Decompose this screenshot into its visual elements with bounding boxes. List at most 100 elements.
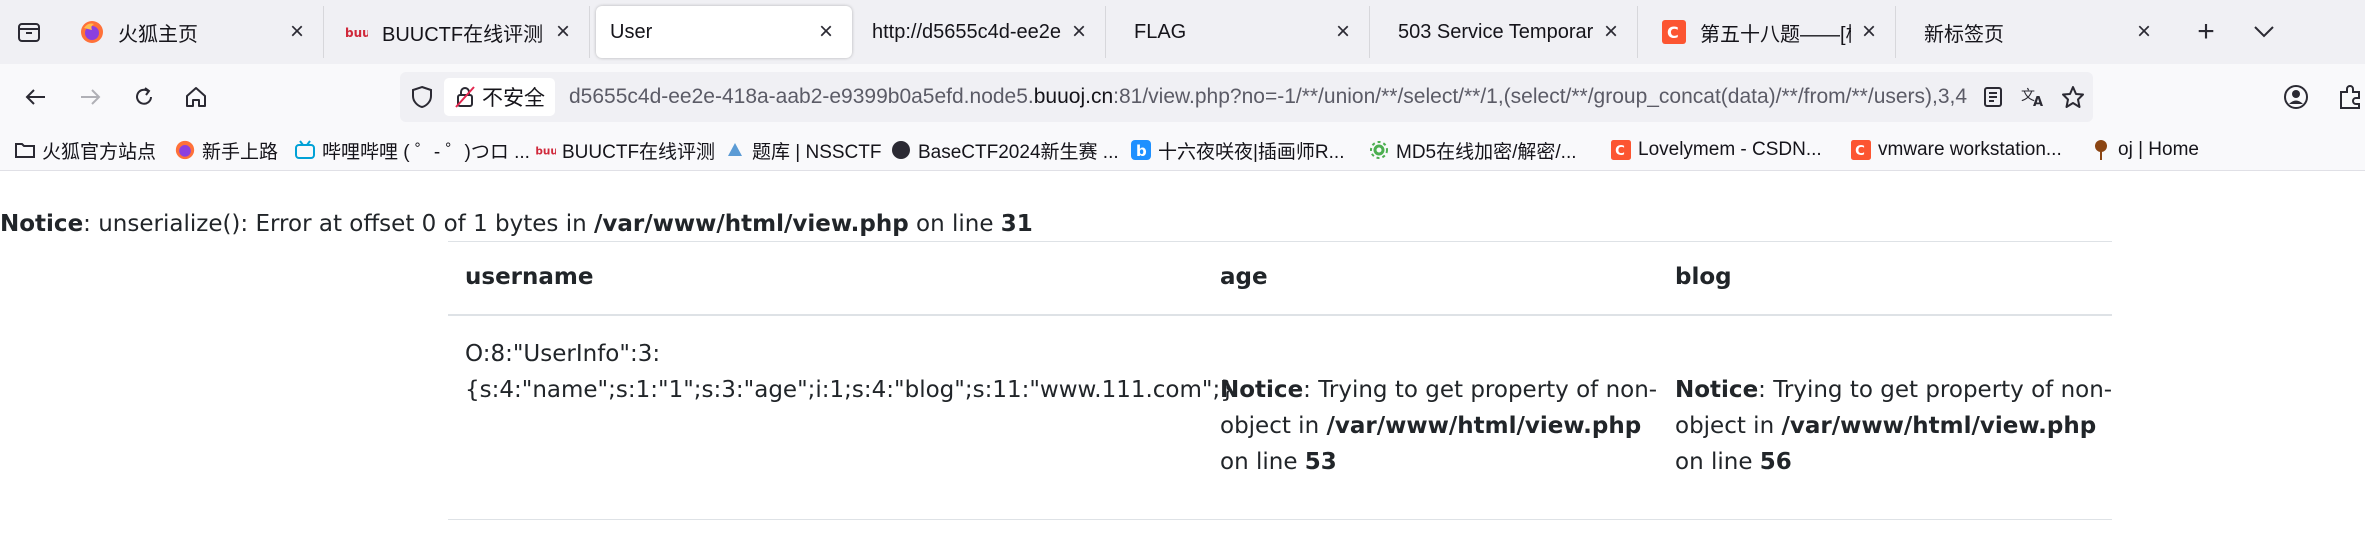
account-button[interactable] (2274, 75, 2318, 119)
close-icon[interactable]: × (1331, 18, 1355, 45)
tab-title: 火狐主页 (118, 23, 198, 46)
extensions-button[interactable] (2328, 75, 2365, 119)
bookmark-label: BaseCTF2024新生赛 ... (918, 141, 1119, 163)
chevron-down-icon (2254, 26, 2274, 38)
url-domain: buuoj.cn (1033, 85, 1114, 108)
tab-7[interactable]: 新标签页 × (1910, 6, 2170, 58)
insecure-lock-icon (455, 86, 475, 108)
close-icon[interactable]: × (551, 18, 575, 45)
notice-path: /var/www/html/view.php (1326, 413, 1642, 439)
url-input[interactable]: d5655c4d-ee2e-418a-aab2-e9399b0a5efd.nod… (569, 85, 1973, 109)
arrow-right-icon (81, 89, 101, 105)
page-content: Notice: unserialize(): Error at offset 0… (0, 171, 2365, 535)
tracking-protection-shield-icon[interactable] (400, 72, 444, 122)
new-tab-button[interactable]: + (2186, 12, 2226, 52)
close-icon[interactable]: × (2132, 18, 2156, 45)
bookmark-item[interactable]: 哔哩哔哩 ( ゜- ゜)つロ ... (294, 134, 530, 166)
svg-text:C: C (1667, 23, 1679, 42)
pin-icon (2090, 139, 2112, 161)
svg-text:buu: buu (535, 145, 556, 157)
csdn-icon: C (1610, 139, 1632, 161)
bookmark-label: 题库 | NSSCTF (752, 141, 882, 163)
forward-button[interactable] (68, 75, 112, 119)
bookmark-label: MD5在线加密/解密/... (1396, 141, 1577, 163)
bookmark-item[interactable]: b 十六夜咲夜|插画师R... (1130, 134, 1345, 166)
svg-text:A: A (2033, 95, 2043, 108)
bookmark-item[interactable]: BaseCTF2024新生赛 ... (890, 134, 1119, 166)
notice-text: on line (908, 211, 1001, 237)
bookmark-item[interactable]: 新手上路 (174, 134, 278, 166)
account-icon (2284, 85, 2308, 109)
bookmark-item[interactable]: 火狐官方站点 (14, 134, 156, 166)
csdn-icon: C (1850, 139, 1872, 161)
tab-title: User (610, 20, 653, 43)
connection-insecure-badge[interactable]: 不安全 (444, 78, 555, 116)
bookmarks-toolbar: 火狐官方站点 新手上路 哔哩哔哩 ( ゜- ゜)つロ ... buu BUUCT… (0, 130, 2365, 171)
notice-text: on line (1675, 449, 1760, 475)
column-header-blog: blog (1675, 264, 1732, 290)
notice-text: : Trying to get property of non- (1758, 377, 2113, 403)
notice-text: object in (1220, 413, 1327, 439)
bookmark-star-icon[interactable] (2053, 77, 2093, 117)
tab-title: 新标签页 (1924, 23, 2004, 46)
table-bottom-border (448, 519, 2112, 520)
tab-6[interactable]: C 第五十八题——[极客大 × (1648, 6, 1896, 58)
table-header-border (448, 314, 2112, 316)
folder-icon (14, 139, 36, 161)
notice-line-number: 31 (1000, 211, 1033, 237)
bookmark-label: 哔哩哔哩 ( ゜- ゜)つロ ... (322, 141, 530, 163)
close-icon[interactable]: × (1857, 18, 1881, 45)
username-line: {s:4:"name";s:1:"1";s:3:"age";i:1;s:4:"b… (465, 377, 1235, 403)
bookmark-item[interactable]: C vmware workstation... (1850, 134, 2062, 166)
notice-line-number: 53 (1304, 449, 1337, 475)
notice-path: /var/www/html/view.php (593, 211, 909, 237)
list-all-tabs-button[interactable] (2244, 12, 2284, 52)
tab-3[interactable]: http://d5655c4d-ee2e-4 × (858, 6, 1106, 58)
url-bar[interactable]: 不安全 d5655c4d-ee2e-418a-aab2-e9399b0a5efd… (400, 72, 2093, 122)
arrow-left-icon (25, 89, 45, 105)
reader-view-icon[interactable] (1973, 77, 2013, 117)
svg-text:C: C (1855, 144, 1865, 159)
notice-label: Notice (1220, 377, 1304, 403)
cell-age: Notice: Trying to get property of non- o… (1220, 372, 1660, 480)
notice-label: Notice (0, 211, 84, 237)
plus-icon: + (2197, 15, 2215, 48)
csdn-icon: C (1662, 20, 1686, 44)
bookmark-item[interactable]: buu BUUCTF在线评测 (534, 134, 715, 166)
notice-text: on line (1220, 449, 1305, 475)
home-button[interactable] (174, 75, 218, 119)
bilibili-icon (294, 139, 316, 161)
notice-line-number: 56 (1759, 449, 1792, 475)
puzzle-icon (2340, 85, 2360, 109)
close-icon[interactable]: × (1599, 18, 1623, 45)
firefox-view-button[interactable] (8, 12, 50, 52)
notice-text: : Trying to get property of non- (1303, 377, 1658, 403)
bookmark-item[interactable]: 题库 | NSSCTF (724, 134, 882, 166)
reload-button[interactable] (122, 75, 166, 119)
tab-title: BUUCTF在线评测 (382, 23, 544, 46)
url-suffix: :81/view.php?no=-1/**/union/**/select/**… (1113, 85, 1968, 108)
svg-text:C: C (1615, 144, 1625, 159)
php-notice: Notice: unserialize(): Error at offset 0… (0, 211, 1033, 237)
close-icon[interactable]: × (814, 18, 838, 45)
close-icon[interactable]: × (285, 18, 309, 45)
column-header-username: username (465, 264, 594, 290)
back-button[interactable] (14, 75, 58, 119)
gear-icon (1368, 139, 1390, 161)
tab-title: FLAG (1134, 20, 1187, 43)
bookmark-item[interactable]: oj | Home (2090, 134, 2199, 166)
tab-2-active[interactable]: User × (596, 6, 852, 58)
tab-1[interactable]: buu BUUCTF在线评测 × (330, 6, 590, 58)
bookmark-item[interactable]: MD5在线加密/解密/... (1368, 134, 1577, 166)
reload-icon (136, 87, 152, 105)
b-icon: b (1130, 139, 1152, 161)
tab-4[interactable]: FLAG × (1120, 6, 1370, 58)
tab-0[interactable]: 火狐主页 × (66, 6, 324, 58)
notice-path: /var/www/html/view.php (1781, 413, 2097, 439)
nssctf-icon (724, 139, 746, 161)
bookmark-item[interactable]: C Lovelymem - CSDN... (1610, 134, 1822, 166)
close-icon[interactable]: × (1067, 18, 1091, 45)
translate-icon[interactable]: 文A (2013, 77, 2053, 117)
bookmark-label: oj | Home (2118, 139, 2199, 160)
tab-5[interactable]: 503 Service Temporarily × (1384, 6, 1638, 58)
